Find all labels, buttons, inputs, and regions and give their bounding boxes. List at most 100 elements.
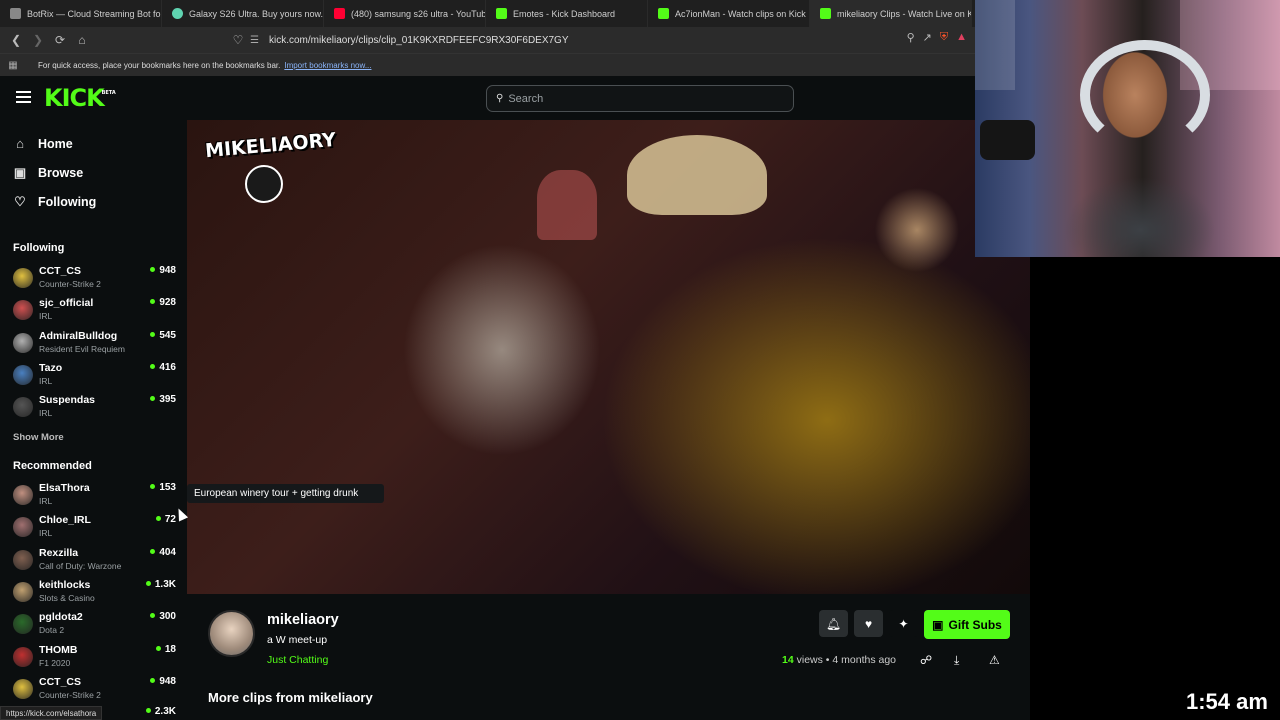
share-icon[interactable]: ↗	[923, 31, 932, 44]
browser-tab-active[interactable]: mikeliaory Clips - Watch Live on Kick	[810, 0, 972, 27]
live-dot-icon	[150, 396, 156, 402]
channel-avatar	[13, 646, 33, 667]
browser-tab[interactable]: Galaxy S26 Ultra. Buy yours now. On	[162, 0, 324, 27]
reload-icon[interactable]: ⟳	[50, 30, 70, 50]
channel-category: Resident Evil Requiem	[39, 343, 125, 354]
viewer-count: 153	[150, 482, 176, 493]
forward-icon[interactable]: ❯	[28, 30, 48, 50]
channel-avatar	[13, 549, 33, 570]
recommended-section-title: Recommended	[13, 460, 92, 472]
kick-icon	[658, 8, 669, 19]
viewer-count: 2.3K	[145, 706, 176, 717]
viewer-count: 1.3K	[145, 579, 176, 590]
search-input[interactable]: ⚲ Search	[486, 85, 794, 112]
kick-logo[interactable]: KICK BETA	[44, 84, 116, 112]
tab-title: Galaxy S26 Ultra. Buy yours now. On	[189, 8, 324, 19]
viewer-count: 416	[150, 362, 176, 373]
channel-category: Counter-Strike 2	[39, 689, 101, 700]
channel-item[interactable]: AdmiralBulldog Resident Evil Requiem 545	[13, 330, 176, 360]
channel-avatar	[13, 300, 33, 321]
nav-home[interactable]: ⌂ Home	[13, 136, 73, 151]
views-label: views	[796, 654, 823, 666]
sidebar: ⌂ Home ▣ Browse ♡ Following Following CCT_C…	[0, 120, 187, 720]
follow-button[interactable]: ♥	[854, 610, 883, 637]
clip-age: 4 months ago	[832, 654, 897, 666]
kick-icon	[496, 8, 507, 19]
channel-item[interactable]: ElsaThora IRL 153	[13, 482, 176, 512]
menu-icon[interactable]	[16, 91, 31, 103]
nav-following[interactable]: ♡ Following	[13, 194, 96, 210]
download-icon[interactable]: ⤓	[954, 653, 959, 668]
channel-name: THOMB	[39, 643, 78, 656]
channel-category: IRL	[39, 408, 53, 419]
gift-subs-button[interactable]: ▣ Gift Subs	[924, 610, 1010, 639]
channel-category: Slots & Casino	[39, 592, 95, 603]
address-bar[interactable]: ☰ kick.com/mikeliaory/clips/clip_01K9KXR…	[250, 31, 970, 49]
live-dot-icon	[155, 645, 161, 651]
channel-item[interactable]: Rexzilla Call of Duty: Warzone 404	[13, 547, 176, 577]
toolbar-actions: ⚲ ↗ ⛨ ▲	[907, 31, 967, 44]
zoom-icon[interactable]: ⚲	[907, 31, 915, 44]
channel-item[interactable]: Tazo IRL 416	[13, 362, 176, 392]
channel-item[interactable]: sjc_official IRL 928	[13, 297, 176, 327]
browser-tab[interactable]: Ac7ionMan - Watch clips on Kick	[648, 0, 810, 27]
notification-bell-button[interactable]: 🔔︎	[819, 610, 848, 637]
nav-browse[interactable]: ▣ Browse	[13, 165, 83, 181]
gift-subs-label: Gift Subs	[948, 617, 1002, 632]
report-icon[interactable]: ⚠	[989, 653, 1000, 667]
site-info-icon[interactable]: ☰	[250, 35, 259, 46]
channel-avatar	[13, 397, 33, 418]
home-icon[interactable]: ⌂	[72, 30, 92, 50]
microphone-shape	[980, 120, 1035, 160]
channel-avatar	[13, 485, 33, 505]
channel-name: Rexzilla	[39, 546, 79, 559]
following-section-title: Following	[13, 242, 65, 254]
back-icon[interactable]: ❮	[6, 30, 26, 50]
live-dot-icon	[150, 299, 156, 305]
channel-item[interactable]: Suspendas IRL 395	[13, 394, 176, 424]
viewer-count: 404	[150, 547, 176, 558]
wall-poster	[975, 0, 1015, 90]
channel-name: keithlocks	[39, 578, 91, 591]
browser-status-url: https://kick.com/elsathora	[0, 706, 103, 720]
channel-watermark-logo: MIKELIAORY	[204, 129, 337, 210]
rewards-icon[interactable]: ▲	[956, 31, 967, 44]
streamer-avatar[interactable]	[208, 610, 255, 657]
clip-category-link[interactable]: Just Chatting	[267, 654, 328, 666]
heart-icon: ♡	[14, 194, 26, 209]
browser-tab[interactable]: BotRix — Cloud Streaming Bot for Tw	[0, 0, 162, 27]
share-icon[interactable]: ☍	[920, 653, 932, 667]
browse-icon: ▣	[13, 165, 27, 180]
live-dot-icon	[150, 331, 156, 337]
brave-shield-icon[interactable]: ⛨	[940, 31, 948, 44]
tab-title: Ac7ionMan - Watch clips on Kick	[675, 8, 806, 19]
channel-item[interactable]: pgldota2 Dota 2 300	[13, 611, 176, 641]
overlay-clock: 1:54 am	[1186, 689, 1268, 714]
kick-icon	[820, 8, 831, 19]
browser-tab[interactable]: (480) samsung s26 ultra - YouTube	[324, 0, 486, 27]
channel-item[interactable]: CCT_CS Counter-Strike 2 948	[13, 265, 176, 295]
channel-item[interactable]: CCT_CS Counter-Strike 2 948	[13, 676, 176, 706]
watermark-text: MIKELIAORY	[204, 128, 337, 163]
sparkle-button[interactable]: ✦	[889, 610, 918, 637]
tab-title: (480) samsung s26 ultra - YouTube	[351, 8, 486, 19]
streamer-name[interactable]: mikeliaory	[267, 612, 339, 628]
browser-tab[interactable]: Emotes - Kick Dashboard	[486, 0, 648, 27]
headphones-shape	[1080, 40, 1210, 150]
live-dot-icon	[145, 580, 151, 586]
channel-item[interactable]: keithlocks Slots & Casino 1.3K	[13, 579, 176, 609]
clip-video-player[interactable]: MIKELIAORY	[187, 120, 1030, 594]
show-more-button[interactable]: Show More	[13, 432, 64, 443]
live-dot-icon	[150, 677, 156, 683]
viewer-count: 18	[155, 644, 176, 655]
url-text: kick.com/mikeliaory/clips/clip_01K9KXRDF…	[268, 34, 569, 46]
import-bookmarks-link[interactable]: Import bookmarks now...	[284, 61, 371, 70]
channel-item[interactable]: THOMB F1 2020 18	[13, 644, 176, 674]
apps-grid-icon[interactable]: ▦	[0, 60, 26, 71]
home-icon: ⌂	[16, 136, 24, 151]
browser-tab-bar: BotRix — Cloud Streaming Bot for Tw Gala…	[0, 0, 975, 27]
bookmark-icon[interactable]: ♡	[228, 30, 248, 50]
live-dot-icon	[150, 484, 156, 489]
channel-item[interactable]: Chloe_IRL IRL 72	[13, 514, 176, 544]
viewer-count: 72	[155, 514, 176, 525]
